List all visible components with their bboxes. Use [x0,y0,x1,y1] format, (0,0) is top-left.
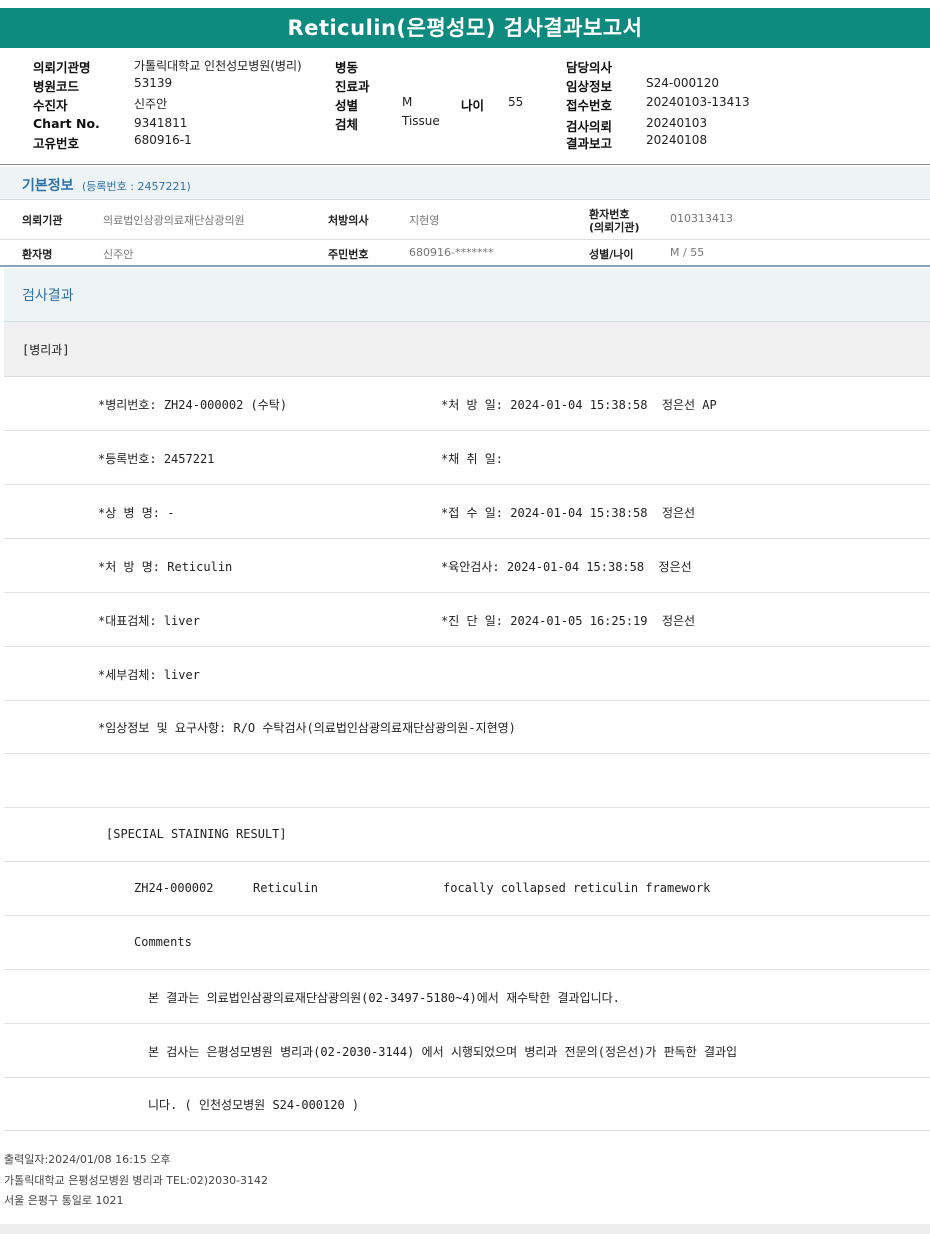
header-value: M [402,95,413,109]
result-field: *진 단 일: 2024-01-05 16:25:19 정은선 [441,614,696,628]
result-row-empty [4,754,930,808]
result-field: *채 취 일: [441,452,504,466]
header-label: Chart No. [33,116,100,131]
result-field: *처 방 명: Reticulin [98,560,233,574]
result-row: *병리번호: ZH24-000002 (수탁) *처 방 일: 2024-01-… [4,377,930,431]
result-row: *상 병 명: - *접 수 일: 2024-01-04 15:38:58 정은… [4,485,930,539]
result-row: *대표검체: liver *진 단 일: 2024-01-05 16:25:19… [4,593,930,647]
comment-row: 니다. ( 인천성모병원 S24-000120 ) [4,1077,930,1131]
comment-line: 니다. ( 인천성모병원 S24-000120 ) [148,1098,360,1112]
result-field: *처 방 일: 2024-01-04 15:38:58 정은선 AP [441,398,717,412]
result-field: *육안검사: 2024-01-04 15:38:58 정은선 [441,560,692,574]
header-value: 신주안 [134,97,168,111]
info-value: M / 55 [670,246,705,259]
result-row: *처 방 명: Reticulin *육안검사: 2024-01-04 15:3… [4,539,930,593]
comments-label: Comments [134,935,192,949]
print-date: 출력일자:2024/01/08 16:15 오후 [4,1153,171,1166]
footer-organization: 가톨릭대학교 은평성모병원 병리과 TEL:02)2030-3142 [4,1174,269,1187]
result-row: *세부검체: liver [4,647,930,701]
result-title: 검사결과 [22,288,74,304]
stain-name: Reticulin [253,881,319,895]
result-row: [SPECIAL STAINING RESULT] [4,808,930,862]
header-label: 결과보고 [566,136,613,151]
info-value: 신주안 [103,248,134,261]
footer-address: 서울 은평구 통일로 1021 [4,1194,124,1207]
result-field: *접 수 일: 2024-01-04 15:38:58 정은선 [441,506,696,520]
stain-result-row: ZH24-000002 Reticulin focally collapsed … [4,862,930,916]
info-label: 의뢰기관 [22,214,63,227]
basic-info-header: 기본정보 (등록번호 : 2457221) [0,167,930,200]
department-row: [병리과] [4,322,930,377]
info-label: 환자명 [22,248,53,261]
header-label: 성별 [335,98,359,113]
registration-number: (등록번호 : 2457221) [82,180,191,193]
info-divider [0,239,930,240]
header-value: 53139 [134,76,173,90]
header-value: 20240108 [646,133,708,147]
header-label: 담당의사 [566,60,613,75]
department-label: [병리과] [22,343,70,357]
comment-row: 본 결과는 의료법인삼광의료재단삼광의원(02-3497-5180~4)에서 재… [4,970,930,1024]
header-value: 55 [508,95,524,109]
bottom-bar [0,1224,930,1234]
result-row: *등록번호: 2457221 *채 취 일: [4,431,930,485]
header-value: 20240103 [646,116,708,130]
info-value: 의료법인삼광의료재단삼광의원 [103,214,245,227]
header-label: 고유번호 [33,136,80,151]
header-value: Tissue [402,114,440,128]
info-label: 성별/나이 [589,248,634,261]
header-value: 9341811 [134,116,188,130]
info-label: (의뢰기관) [589,221,640,234]
result-field: *등록번호: 2457221 [98,452,215,466]
result-field: *상 병 명: - [98,506,175,520]
info-label: 처방의사 [328,214,369,227]
header-value: S24-000120 [646,76,720,90]
header-value: 가톨릭대학교 인천성모병원(병리) [134,59,302,73]
result-field: *임상정보 및 요구사항: R/O 수탁검사(의료법인삼광의료재단삼광의원-지현… [98,721,516,735]
header-label: 임상정보 [566,79,613,94]
header-label: 병동 [335,60,359,75]
header-label: 의뢰기관명 [33,60,91,75]
comment-line: 본 결과는 의료법인삼광의료재단삼광의원(02-3497-5180~4)에서 재… [148,991,620,1005]
info-value: 680916-******* [409,246,494,259]
info-value: 지현영 [409,214,440,227]
header-label: 수진자 [33,98,68,113]
result-field: *대표검체: liver [98,614,200,628]
header-label: 접수번호 [566,98,613,113]
result-header: 검사결과 [4,268,930,322]
header-value: 680916-1 [134,133,192,147]
header-label: 검체 [335,117,359,132]
header-label: 나이 [461,98,485,113]
result-field: *병리번호: ZH24-000002 (수탁) [98,398,288,412]
stain-finding: focally collapsed reticulin framework [443,881,711,895]
header-label: 병원코드 [33,79,80,94]
result-row: Comments [4,916,930,970]
info-label: 주민번호 [328,248,369,261]
special-staining-title: [SPECIAL STAINING RESULT] [106,827,287,841]
stain-id: ZH24-000002 [134,881,214,895]
header-divider [0,164,930,165]
result-row: *임상정보 및 요구사항: R/O 수탁검사(의료법인삼광의료재단삼광의원-지현… [4,700,930,754]
basic-info-title: 기본정보 [22,178,74,194]
header-label: 진료과 [335,79,370,94]
info-value: 010313413 [670,212,733,225]
header-value: 20240103-13413 [646,95,750,109]
report-title: Reticulin(은평성모) 검사결과보고서 [0,8,930,48]
comment-line: 본 검사는 은평성모병원 병리과(02-2030-3144) 에서 시행되었으며… [148,1045,738,1059]
info-divider [0,265,930,267]
result-field: *세부검체: liver [98,668,200,682]
comment-row: 본 검사는 은평성모병원 병리과(02-2030-3144) 에서 시행되었으며… [4,1024,930,1078]
